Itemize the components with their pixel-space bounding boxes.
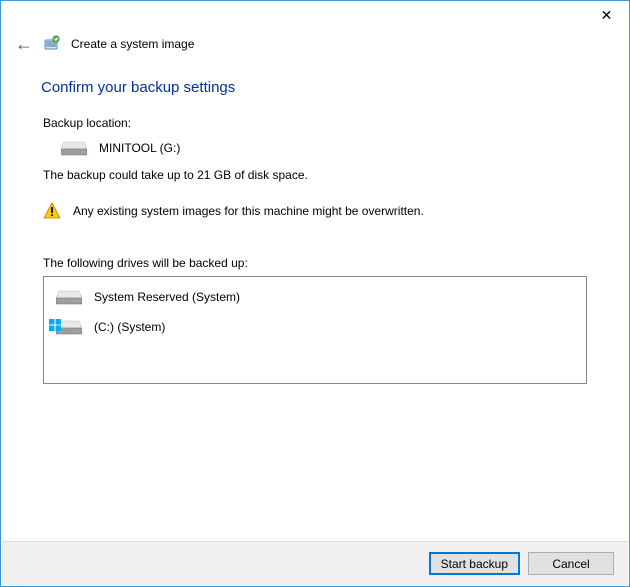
page-heading: Confirm your backup settings <box>41 79 587 96</box>
os-drive-icon <box>56 319 82 335</box>
size-estimate-text: The backup could take up to 21 GB of dis… <box>43 168 587 182</box>
close-button[interactable]: ✕ <box>584 1 629 29</box>
windows-flag-icon <box>49 319 61 331</box>
drive-label: System Reserved (System) <box>94 290 240 304</box>
footer: Start backup Cancel <box>2 541 628 585</box>
cancel-button[interactable]: Cancel <box>528 552 614 575</box>
start-backup-button[interactable]: Start backup <box>429 552 520 575</box>
titlebar: ✕ <box>1 1 629 31</box>
content-area: Confirm your backup settings Backup loca… <box>1 61 629 384</box>
wizard-title: Create a system image <box>71 37 194 51</box>
hard-drive-icon <box>56 289 82 305</box>
back-arrow-icon[interactable]: ← <box>15 35 33 53</box>
drives-list-label: The following drives will be backed up: <box>43 256 587 270</box>
backup-location-value: MINITOOL (G:) <box>99 141 180 155</box>
hard-drive-icon <box>61 140 87 156</box>
list-item: System Reserved (System) <box>52 285 578 315</box>
warning-text: Any existing system images for this mach… <box>73 204 424 218</box>
warning-icon <box>43 202 61 220</box>
warning-row: Any existing system images for this mach… <box>43 202 587 256</box>
backup-location-row: MINITOOL (G:) <box>43 140 587 168</box>
drive-label: (C:) (System) <box>94 320 165 334</box>
wizard-header: ← Create a system image <box>1 31 629 61</box>
backup-location-label: Backup location: <box>43 116 587 130</box>
system-image-icon <box>43 35 61 53</box>
close-icon: ✕ <box>601 7 613 24</box>
drives-list: System Reserved (System) (C <box>43 276 587 384</box>
list-item: (C:) (System) <box>52 315 578 345</box>
